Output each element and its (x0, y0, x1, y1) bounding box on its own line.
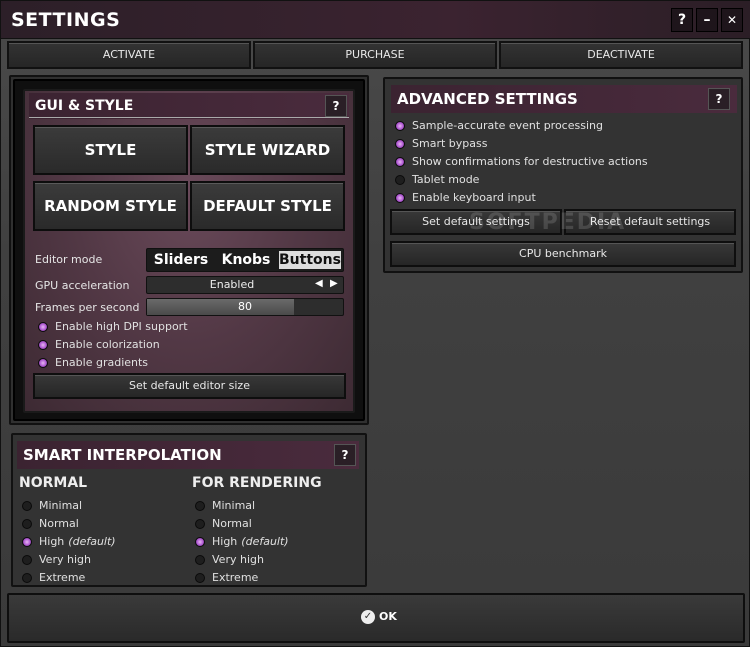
normal-option-level-text: Extreme (39, 571, 86, 584)
render-option-label: Extreme (212, 571, 258, 584)
smart-interpolation-heading: SMART INTERPOLATION (17, 441, 359, 469)
normal-option-radio[interactable] (22, 537, 32, 547)
normal-option-label: High (default) (39, 535, 116, 548)
arrow-right-icon[interactable]: ▶ (330, 278, 338, 289)
help-button[interactable]: ? (671, 8, 693, 32)
normal-heading: NORMAL (19, 475, 88, 491)
editor-mode-sliders[interactable]: Sliders (149, 251, 213, 269)
colorization-label: Enable colorization (55, 338, 160, 351)
random-style-button[interactable]: RANDOM STYLE (33, 181, 188, 231)
style-button[interactable]: STYLE (33, 125, 188, 175)
editor-mode-knobs[interactable]: Knobs (215, 251, 277, 269)
normal-option-radio[interactable] (22, 555, 32, 565)
purchase-button[interactable]: PURCHASE (253, 41, 497, 69)
default-tag: (default) (241, 535, 289, 548)
watermark: SOFTPEDIA (469, 210, 627, 235)
gui-style-heading: GUI & STYLE (29, 93, 349, 119)
settings-window: SETTINGS ? – ✕ ACTIVATE PURCHASE DEACTIV… (0, 0, 750, 647)
confirmations-label: Show confirmations for destructive actio… (412, 155, 648, 168)
editor-mode-buttons[interactable]: Buttons (279, 251, 341, 269)
style-wizard-button[interactable]: STYLE WIZARD (190, 125, 345, 175)
render-option-level-text: Very high (212, 553, 264, 566)
tablet-mode-checkbox[interactable] (395, 175, 405, 185)
normal-option-level-text: Minimal (39, 499, 83, 512)
default-tag: (default) (68, 535, 116, 548)
divider (29, 117, 349, 118)
smart-bypass-label: Smart bypass (412, 137, 488, 150)
ok-button[interactable]: ✓ OK (7, 593, 745, 643)
render-option-radio[interactable] (195, 519, 205, 529)
cpu-benchmark-button[interactable]: CPU benchmark (390, 241, 736, 267)
sample-accurate-label: Sample-accurate event processing (412, 119, 603, 132)
high-dpi-checkbox[interactable] (38, 322, 48, 332)
default-style-button[interactable]: DEFAULT STYLE (190, 181, 345, 231)
render-option-label: Normal (212, 517, 252, 530)
tablet-mode-label: Tablet mode (412, 173, 480, 186)
normal-option-label: Extreme (39, 571, 85, 584)
render-option-radio[interactable] (195, 573, 205, 583)
render-option-label: Very high (212, 553, 264, 566)
normal-option-level-text: High (39, 535, 65, 548)
set-default-editor-size-button[interactable]: Set default editor size (33, 373, 346, 399)
render-option-level-text: Extreme (212, 571, 259, 584)
render-option-level-text: High (212, 535, 238, 548)
window-title: SETTINGS (11, 9, 121, 31)
arrow-left-icon[interactable]: ◀ (315, 278, 323, 289)
high-dpi-label: Enable high DPI support (55, 320, 188, 333)
confirmations-checkbox[interactable] (395, 157, 405, 167)
gpu-acceleration-select[interactable]: Enabled ◀ ▶ (146, 276, 344, 294)
smart-bypass-checkbox[interactable] (395, 139, 405, 149)
render-option-label: Minimal (212, 499, 255, 512)
keyboard-input-checkbox[interactable] (395, 193, 405, 203)
deactivate-button[interactable]: DEACTIVATE (499, 41, 743, 69)
normal-option-label: Normal (39, 517, 79, 530)
gradients-checkbox[interactable] (38, 358, 48, 368)
render-option-radio[interactable] (195, 555, 205, 565)
render-option-level-text: Minimal (212, 499, 256, 512)
fps-label: Frames per second (35, 301, 140, 314)
render-option-radio[interactable] (195, 537, 205, 547)
fps-value: 80 (238, 300, 252, 313)
gpu-acceleration-value: Enabled (209, 278, 255, 291)
normal-option-label: Very high (39, 553, 91, 566)
render-option-radio[interactable] (195, 501, 205, 511)
interpolation-help-button[interactable]: ? (334, 444, 356, 466)
check-icon: ✓ (361, 610, 375, 624)
ok-label: OK (379, 610, 397, 623)
normal-option-level-text: Normal (39, 517, 79, 530)
advanced-settings-heading: ADVANCED SETTINGS (391, 85, 737, 113)
fps-slider[interactable]: 80 (146, 298, 344, 316)
activate-button[interactable]: ACTIVATE (7, 41, 251, 69)
normal-option-radio[interactable] (22, 573, 32, 583)
close-button[interactable]: ✕ (721, 8, 743, 32)
gradients-label: Enable gradients (55, 356, 149, 369)
normal-option-level-text: Very high (39, 553, 91, 566)
normal-option-radio[interactable] (22, 519, 32, 529)
normal-option-label: Minimal (39, 499, 82, 512)
keyboard-input-label: Enable keyboard input (412, 191, 536, 204)
editor-mode-selector: Sliders Knobs Buttons (146, 248, 344, 272)
gui-help-button[interactable]: ? (325, 95, 347, 117)
render-option-label: High (default) (212, 535, 289, 548)
normal-option-radio[interactable] (22, 501, 32, 511)
colorization-checkbox[interactable] (38, 340, 48, 350)
editor-mode-label: Editor mode (35, 253, 103, 266)
gpu-acceleration-label: GPU acceleration (35, 279, 130, 292)
rendering-heading: FOR RENDERING (192, 475, 322, 491)
advanced-help-button[interactable]: ? (708, 88, 730, 110)
title-bar: SETTINGS ? – ✕ (1, 1, 750, 39)
minimize-button[interactable]: – (696, 8, 718, 32)
sample-accurate-checkbox[interactable] (395, 121, 405, 131)
render-option-level-text: Normal (212, 517, 252, 530)
